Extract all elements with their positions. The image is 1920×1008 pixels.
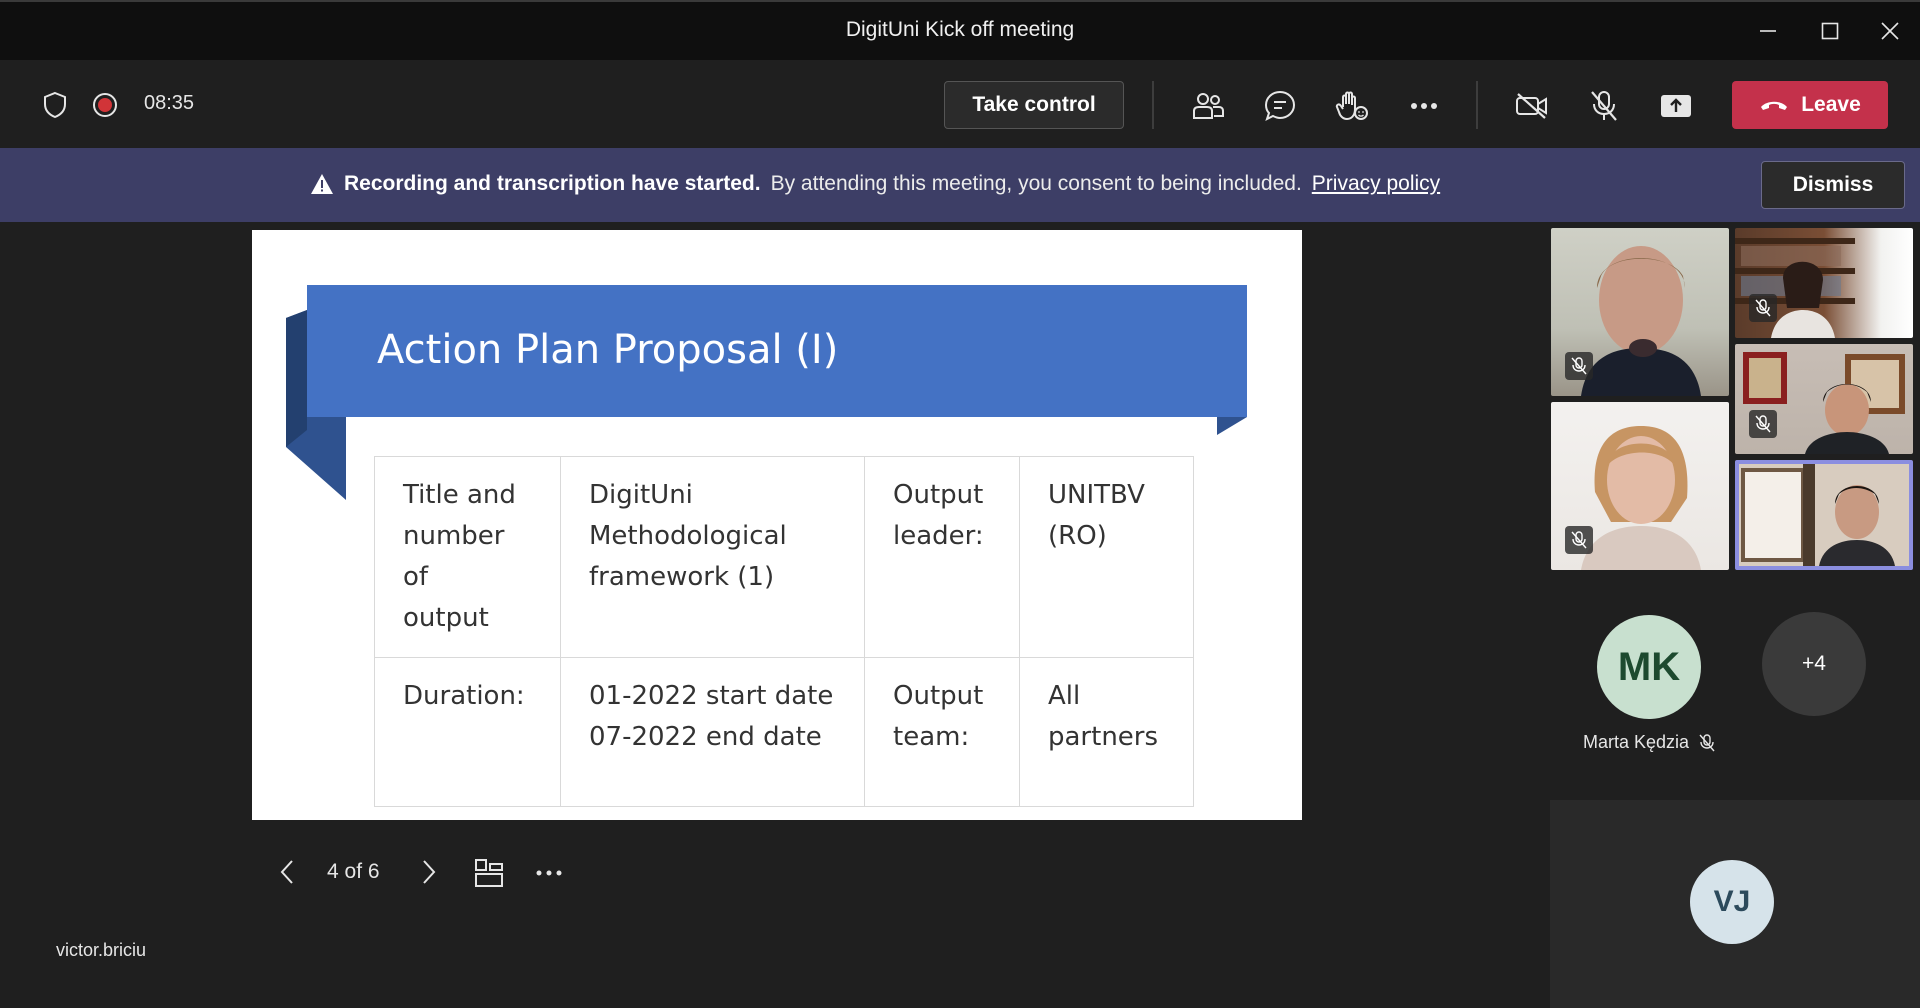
table-cell: 01-2022 start date 07-2022 end date xyxy=(560,657,865,807)
meeting-toolbar: 08:35 Take control Leave xyxy=(0,60,1920,148)
mic-toggle-button[interactable] xyxy=(1584,86,1624,126)
close-window-button[interactable] xyxy=(1868,14,1912,48)
minimize-button[interactable] xyxy=(1746,14,1790,48)
maximize-button[interactable] xyxy=(1808,14,1852,48)
slide-title-ribbon: Action Plan Proposal (I) xyxy=(307,285,1247,417)
phone-hangup-icon xyxy=(1761,101,1788,110)
banner-bold-text: Recording and transcription have started… xyxy=(344,172,761,195)
shared-slide: Action Plan Proposal (I) Title and number… xyxy=(252,230,1302,820)
toolbar-divider xyxy=(1152,81,1154,129)
participant-name-label: Marta Kędzia xyxy=(1583,732,1715,753)
table-cell: Duration: xyxy=(374,657,561,807)
avatar-initials: VJ xyxy=(1713,885,1751,918)
table-cell: Output leader: xyxy=(864,456,1020,658)
participant-video-tile[interactable] xyxy=(1551,228,1729,396)
reactions-button[interactable] xyxy=(1332,86,1372,126)
table-row: Duration: 01-2022 start date 07-2022 end … xyxy=(374,657,1194,807)
previous-slide-button[interactable] xyxy=(272,856,302,888)
recording-banner: Recording and transcription have started… xyxy=(0,148,1920,222)
slide-counter: 4 of 6 xyxy=(327,860,380,883)
presenter-name: victor.briciu xyxy=(56,940,147,960)
table-cell: All partners xyxy=(1019,657,1194,807)
dismiss-button[interactable]: Dismiss xyxy=(1761,161,1905,209)
participant-video-tile[interactable] xyxy=(1735,344,1913,454)
window-title: DigitUni Kick off meeting xyxy=(845,18,1075,41)
chevron-left-icon xyxy=(280,860,293,884)
meeting-security-button[interactable] xyxy=(40,90,70,120)
mic-off-icon xyxy=(1755,299,1771,317)
title-bar: DigitUni Kick off meeting xyxy=(0,0,1920,60)
participant-video-frame xyxy=(1739,464,1909,566)
more-participants-count: +4 xyxy=(1802,652,1826,675)
mic-off-icon xyxy=(1699,733,1715,751)
warning-icon xyxy=(311,174,333,194)
active-speaker-video-tile[interactable] xyxy=(1735,460,1913,570)
muted-indicator xyxy=(1565,526,1593,554)
people-icon xyxy=(1193,93,1224,119)
participant-video-tile[interactable] xyxy=(1735,228,1913,338)
more-icon xyxy=(536,870,562,876)
toolbar-divider xyxy=(1476,81,1478,129)
camera-toggle-button[interactable] xyxy=(1512,86,1552,126)
maximize-icon xyxy=(1821,22,1839,40)
share-screen-button[interactable] xyxy=(1656,86,1696,126)
mic-off-icon xyxy=(1755,415,1771,433)
leave-button[interactable]: Leave xyxy=(1732,81,1888,129)
banner-message: Recording and transcription have started… xyxy=(310,172,1440,196)
mic-off-icon xyxy=(1571,357,1587,375)
participant-video-tile[interactable] xyxy=(1551,402,1729,570)
muted-indicator xyxy=(1749,410,1777,438)
more-participants-button[interactable]: +4 xyxy=(1762,612,1866,716)
table-cell: UNITBV (RO) xyxy=(1019,456,1194,658)
mic-off-icon xyxy=(1591,91,1617,121)
close-icon xyxy=(1881,22,1899,40)
avatar-initials: MK xyxy=(1617,644,1681,689)
ribbon-fold-right xyxy=(1217,417,1247,435)
camera-off-icon xyxy=(1516,93,1547,119)
privacy-policy-link[interactable]: Privacy policy xyxy=(1312,172,1440,196)
people-button[interactable] xyxy=(1188,86,1228,126)
meeting-timer: 08:35 xyxy=(144,92,195,114)
participant-name: Marta Kędzia xyxy=(1583,732,1690,752)
table-cell: Title and number of output xyxy=(374,456,561,658)
chat-button[interactable] xyxy=(1260,86,1300,126)
chat-icon xyxy=(1264,90,1296,121)
shield-icon xyxy=(44,91,66,119)
table-row: Title and number of output DigitUni Methodo… xyxy=(374,456,1194,658)
avatar[interactable]: MK xyxy=(1597,615,1701,719)
banner-consent-text: By attending this meeting, you consent t… xyxy=(770,172,1302,195)
table-cell: Output team: xyxy=(864,657,1020,807)
more-icon xyxy=(1411,103,1437,109)
next-slide-button[interactable] xyxy=(414,856,444,888)
mic-off-icon xyxy=(1571,531,1587,549)
slide-more-options-button[interactable] xyxy=(532,856,566,890)
take-control-button[interactable]: Take control xyxy=(944,81,1124,129)
slide-grid-icon xyxy=(475,859,503,887)
chevron-right-icon xyxy=(423,860,436,884)
grid-view-button[interactable] xyxy=(472,856,506,890)
leave-label: Leave xyxy=(1801,93,1861,116)
raise-hand-icon xyxy=(1335,91,1368,121)
record-icon xyxy=(93,93,117,117)
more-actions-button[interactable] xyxy=(1404,86,1444,126)
recording-indicator xyxy=(90,90,120,120)
muted-indicator xyxy=(1565,352,1593,380)
table-cell: DigitUni Methodological framework (1) xyxy=(560,456,865,658)
minimize-icon xyxy=(1760,30,1776,32)
self-avatar[interactable]: VJ xyxy=(1690,860,1774,944)
slide-title: Action Plan Proposal (I) xyxy=(377,327,839,373)
muted-indicator xyxy=(1749,294,1777,322)
action-plan-table: Title and number of output DigitUni Methodo… xyxy=(374,456,1194,807)
share-screen-icon xyxy=(1661,95,1691,117)
